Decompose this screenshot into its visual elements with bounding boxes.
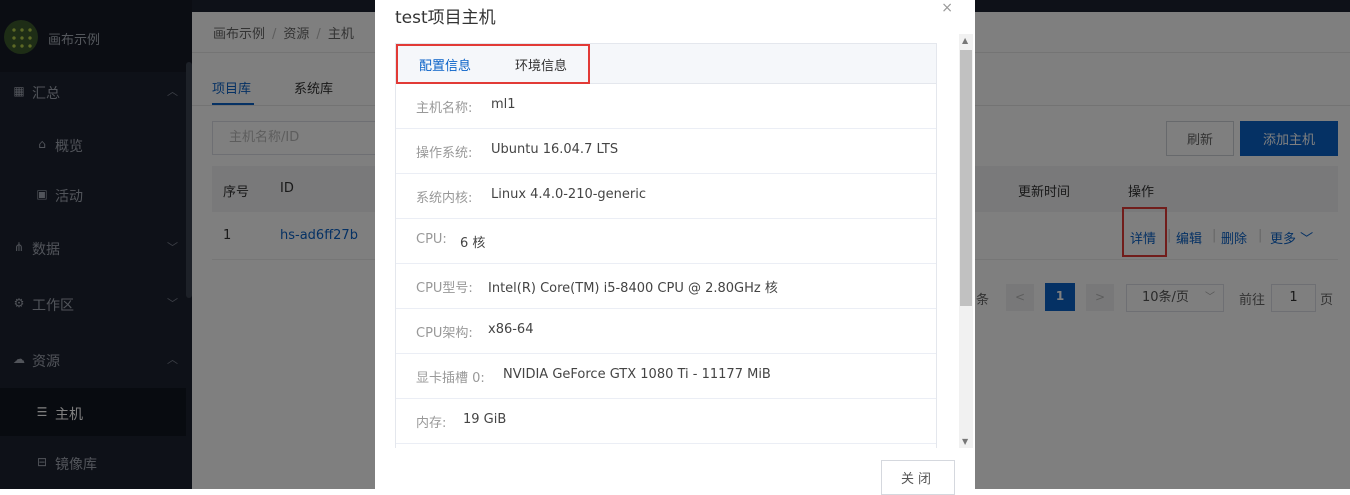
info-row: CPU架构: x86-64 <box>396 308 936 354</box>
info-row: 主机名称: ml1 <box>396 83 936 129</box>
info-key: 内存: <box>416 416 447 431</box>
info-key: CPU: <box>416 232 447 247</box>
scroll-up-arrow-icon[interactable]: ▲ <box>962 36 968 45</box>
info-row: 内存: 19 GiB <box>396 398 936 444</box>
info-value: 6 核 <box>460 236 486 251</box>
host-detail-dialog: test项目主机 × 配置信息 环境信息 主机名称: ml1 操作系统: Ubu… <box>375 0 975 495</box>
info-row: 系统内核: Linux 4.4.0-210-generic <box>396 173 936 219</box>
info-key: CPU型号: <box>416 281 473 296</box>
close-icon[interactable]: × <box>941 0 953 16</box>
close-button[interactable]: 关闭 <box>881 460 955 495</box>
info-key: 显卡插槽 0: <box>416 371 485 386</box>
info-key: 系统内核: <box>416 191 473 206</box>
dialog-body: 配置信息 环境信息 主机名称: ml1 操作系统: Ubuntu 16.04.7… <box>395 43 937 448</box>
info-value: NVIDIA GeForce GTX 1080 Ti - 11177 MiB <box>503 367 771 382</box>
scroll-down-arrow-icon[interactable]: ▼ <box>962 437 968 446</box>
info-value: Ubuntu 16.04.7 LTS <box>491 142 619 157</box>
info-key: 操作系统: <box>416 146 473 161</box>
tabs-highlight-box <box>396 44 590 84</box>
info-key: 主机名称: <box>416 101 473 116</box>
dialog-scrollbar[interactable]: ▲ ▼ <box>959 34 973 448</box>
info-value: x86-64 <box>488 322 534 337</box>
info-value: ml1 <box>491 97 516 112</box>
scrollbar-thumb[interactable] <box>960 50 972 306</box>
info-row: 显卡插槽 0: NVIDIA GeForce GTX 1080 Ti - 111… <box>396 353 936 399</box>
dialog-title: test项目主机 <box>395 8 496 28</box>
info-row: CPU型号: Intel(R) Core(TM) i5-8400 CPU @ 2… <box>396 263 936 309</box>
info-value: 19 GiB <box>463 412 507 427</box>
info-key: CPU架构: <box>416 326 473 341</box>
info-row: CPU: 6 核 <box>396 218 936 264</box>
info-value: Intel(R) Core(TM) i5-8400 CPU @ 2.80GHz … <box>488 281 778 296</box>
info-row: 操作系统: Ubuntu 16.04.7 LTS <box>396 128 936 174</box>
info-value: Linux 4.4.0-210-generic <box>491 187 647 202</box>
